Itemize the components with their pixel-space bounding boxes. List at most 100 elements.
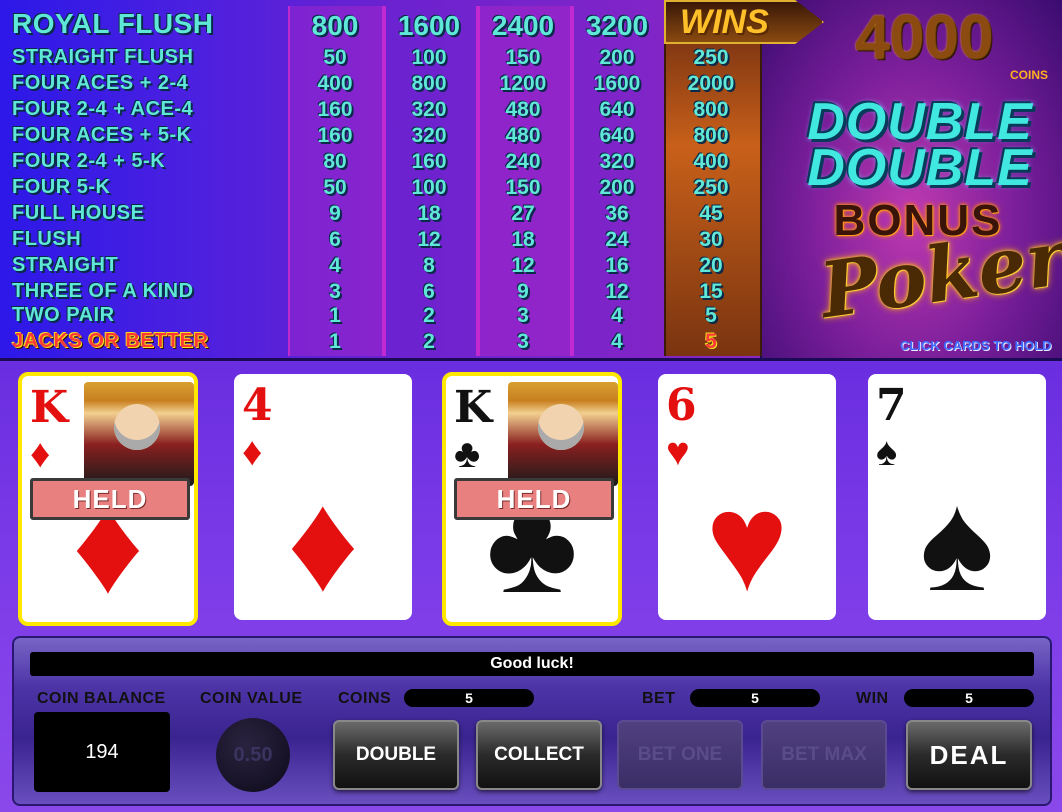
- paytable-value: 9: [329, 202, 341, 225]
- paytable-value: 30: [699, 228, 723, 251]
- card-suit-small-icon: ♥: [666, 430, 690, 474]
- card-suit-small-icon: ♣: [454, 432, 481, 476]
- coin-value-label: COIN VALUE: [200, 690, 303, 707]
- card-3[interactable]: K ♣ ♣ HELD: [442, 372, 622, 626]
- hold-hint: CLICK CARDS TO HOLD: [900, 338, 1052, 353]
- paytable-hand-name: TWO PAIR: [12, 304, 115, 326]
- paytable-value: 250: [693, 46, 729, 69]
- paytable-value: 1: [329, 304, 341, 327]
- paytable-hand-name: STRAIGHT FLUSH: [12, 46, 194, 68]
- paytable-value: 400: [317, 72, 353, 95]
- paytable-value: 8: [423, 254, 435, 277]
- paytable-hand-name: FOUR ACES + 5-K: [12, 124, 192, 146]
- paytable-value: 12: [605, 280, 629, 303]
- paytable-value: 640: [599, 124, 635, 147]
- paytable-hand-name: FOUR 2-4 + 5-K: [12, 150, 166, 172]
- card-rank: K: [454, 382, 493, 433]
- paytable-value: 27: [511, 202, 535, 225]
- paytable-value: 320: [411, 98, 447, 121]
- coin-balance-label: COIN BALANCE: [37, 690, 166, 707]
- message-bar: Good luck!: [30, 652, 1034, 676]
- card-rank: 6: [666, 380, 697, 431]
- paytable-value: 15: [699, 280, 723, 303]
- paytable-value: 45: [699, 202, 723, 225]
- card-rank: 4: [242, 380, 273, 431]
- wins-tag: WINS: [664, 0, 824, 44]
- deal-button[interactable]: DEAL: [906, 720, 1032, 790]
- paytable-hand-name: FOUR 2-4 + ACE-4: [12, 98, 194, 120]
- coins-display: 5: [404, 689, 534, 707]
- held-label: HELD: [30, 478, 190, 520]
- card-suit-large-icon: ♠: [919, 463, 995, 620]
- card-suit-large-icon: ♦: [287, 463, 359, 620]
- paytable-value: 6: [423, 280, 435, 303]
- card-face: K ♣ ♣ HELD: [446, 376, 618, 622]
- bet-display: 5: [690, 689, 820, 707]
- paytable-value: 160: [317, 124, 353, 147]
- paytable-value: 150: [505, 46, 541, 69]
- paytable-value: 480: [505, 98, 541, 121]
- paytable-value: 200: [599, 176, 635, 199]
- paytable-hand-name: FOUR 5-K: [12, 176, 111, 198]
- paytable-value: 1600: [593, 72, 641, 95]
- paytable-value: 80: [323, 150, 347, 173]
- paytable-value: 18: [511, 228, 535, 251]
- card-suit-large-icon: ♥: [705, 463, 789, 620]
- win-display: 5: [904, 689, 1034, 707]
- paytable-hand-name: STRAIGHT: [12, 254, 119, 276]
- bet-max-button[interactable]: BET MAX: [761, 720, 887, 790]
- win-label: WIN: [856, 690, 889, 707]
- paytable-value: 100: [411, 46, 447, 69]
- card-rank: 7: [876, 380, 907, 431]
- paytable-value: 18: [417, 202, 441, 225]
- card-face: 6 ♥ ♥: [658, 374, 836, 620]
- paytable-value: 250: [693, 176, 729, 199]
- paytable-value: 12: [417, 228, 441, 251]
- card-2[interactable]: 4 ♦ ♦: [234, 374, 412, 620]
- paytable-hand-name: FULL HOUSE: [12, 202, 145, 224]
- paytable-value: 640: [599, 98, 635, 121]
- paytable-value: 4: [329, 254, 341, 277]
- card-rank: K: [30, 382, 69, 433]
- card-1[interactable]: K ♦ ♦ HELD: [18, 372, 198, 626]
- coins-label: COINS: [338, 690, 392, 707]
- paytable-value: 800: [693, 124, 729, 147]
- paytable-value: 5: [705, 330, 717, 353]
- card-suit-small-icon: ♦: [30, 432, 51, 476]
- paytable-value: 3: [517, 330, 529, 353]
- paytable-value: 36: [605, 202, 629, 225]
- paytable-value: 800: [311, 10, 359, 41]
- paytable-value: 6: [329, 228, 341, 251]
- paytable-value: 5: [705, 304, 717, 327]
- card-suit-small-icon: ♠: [876, 430, 898, 474]
- paytable-value: 24: [605, 228, 629, 251]
- paytable-value: 400: [693, 150, 729, 173]
- card-face: 4 ♦ ♦: [234, 374, 412, 620]
- card-4[interactable]: 6 ♥ ♥: [658, 374, 836, 620]
- card-face: K ♦ ♦ HELD: [22, 376, 194, 622]
- paytable-hand-name: FLUSH: [12, 228, 82, 250]
- paytable-value: 20: [699, 254, 723, 277]
- card-face: 7 ♠ ♠: [868, 374, 1046, 620]
- paytable-value: 160: [317, 98, 353, 121]
- double-button[interactable]: DOUBLE: [333, 720, 459, 790]
- paytable-value: 1: [329, 330, 341, 353]
- coin-balance-display: 194: [34, 712, 170, 792]
- paytable-value: 12: [511, 254, 535, 277]
- paytable-value: 16: [605, 254, 629, 277]
- paytable-value: 1600: [397, 10, 461, 41]
- paytable-value: 240: [505, 150, 541, 173]
- collect-button[interactable]: COLLECT: [476, 720, 602, 790]
- paytable-value: 200: [599, 46, 635, 69]
- paytable-value: 3: [329, 280, 341, 303]
- card-suit-small-icon: ♦: [242, 430, 263, 474]
- card-5[interactable]: 7 ♠ ♠: [868, 374, 1046, 620]
- paytable-value: 800: [411, 72, 447, 95]
- coin-value-chip[interactable]: 0.50: [216, 718, 290, 792]
- paytable-value: 3: [517, 304, 529, 327]
- paytable-value: 50: [323, 176, 347, 199]
- paytable-value: 2: [423, 304, 435, 327]
- paytable-hand-name: FOUR ACES + 2-4: [12, 72, 189, 94]
- bet-one-button[interactable]: BET ONE: [617, 720, 743, 790]
- paytable-value: 2: [423, 330, 435, 353]
